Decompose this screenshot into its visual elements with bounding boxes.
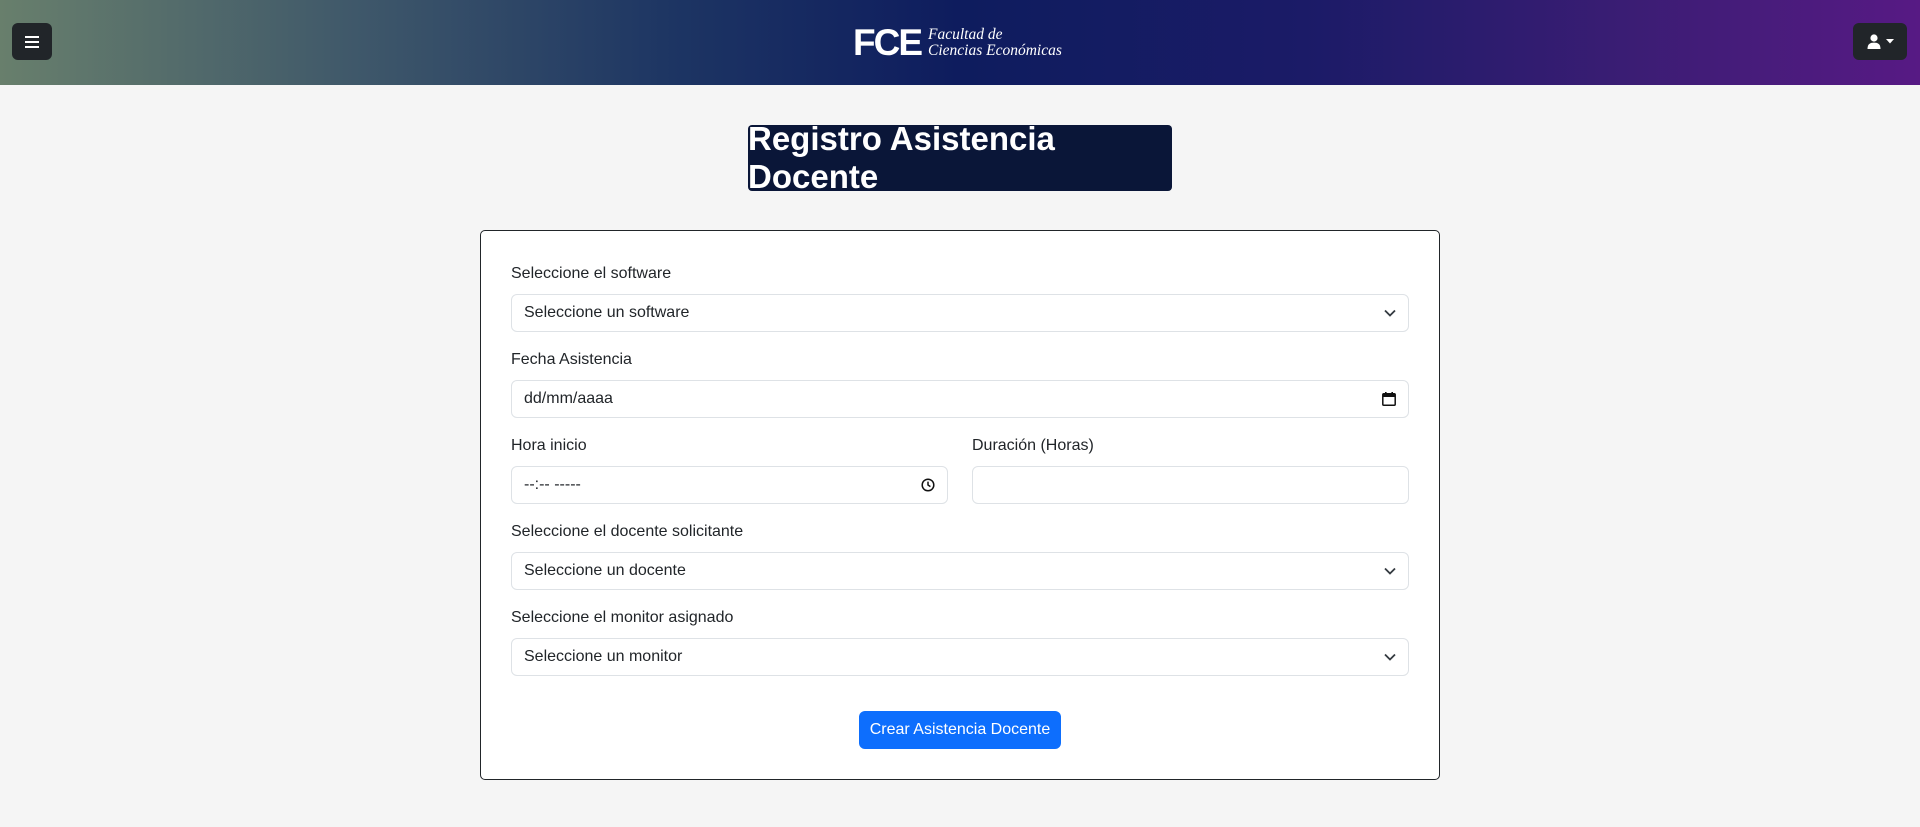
hamburger-menu-icon	[25, 35, 39, 48]
top-navbar: FCE Facultad de Ciencias Económicas	[0, 0, 1920, 85]
fecha-label: Fecha Asistencia	[511, 351, 632, 368]
monitor-select[interactable]: Seleccione un monitor	[511, 638, 1409, 676]
page-title: Registro Asistencia Docente	[748, 120, 1172, 195]
fecha-input[interactable]: dd/mm/aaaa	[511, 380, 1409, 418]
calendar-icon[interactable]	[1382, 392, 1396, 406]
chevron-down-icon	[1384, 567, 1396, 575]
chevron-down-icon	[1384, 653, 1396, 661]
logo-line-1: Facultad de	[928, 26, 1003, 43]
menu-toggle-button[interactable]	[12, 23, 52, 60]
monitor-label: Seleccione el monitor asignado	[511, 609, 734, 626]
fce-logo[interactable]: FCE Facultad de Ciencias Económicas	[853, 22, 1062, 63]
duracion-input[interactable]	[972, 466, 1409, 504]
duracion-label: Duración (Horas)	[972, 437, 1094, 454]
user-menu-button[interactable]	[1853, 23, 1907, 60]
crear-asistencia-button[interactable]: Crear Asistencia Docente	[859, 711, 1061, 749]
logo-line-2: Ciencias Económicas	[928, 42, 1062, 59]
docente-select[interactable]: Seleccione un docente	[511, 552, 1409, 590]
monitor-select-value: Seleccione un monitor	[524, 648, 683, 665]
chevron-down-icon	[1384, 309, 1396, 317]
docente-label: Seleccione el docente solicitante	[511, 523, 744, 540]
software-label: Seleccione el software	[511, 265, 672, 282]
logo-text: Facultad de Ciencias Económicas	[928, 27, 1062, 59]
hora-input[interactable]: --:-- -----	[511, 466, 948, 504]
user-icon	[1867, 34, 1880, 49]
hora-label: Hora inicio	[511, 437, 587, 454]
software-select[interactable]: Seleccione un software	[511, 294, 1409, 332]
docente-select-value: Seleccione un docente	[524, 562, 686, 579]
hora-input-value: --:-- -----	[524, 476, 581, 493]
logo-mark: FCE	[853, 22, 923, 63]
clock-icon[interactable]	[921, 478, 935, 492]
caret-down-icon	[1885, 39, 1894, 44]
software-select-value: Seleccione un software	[524, 304, 690, 321]
fecha-input-value: dd/mm/aaaa	[524, 390, 613, 407]
